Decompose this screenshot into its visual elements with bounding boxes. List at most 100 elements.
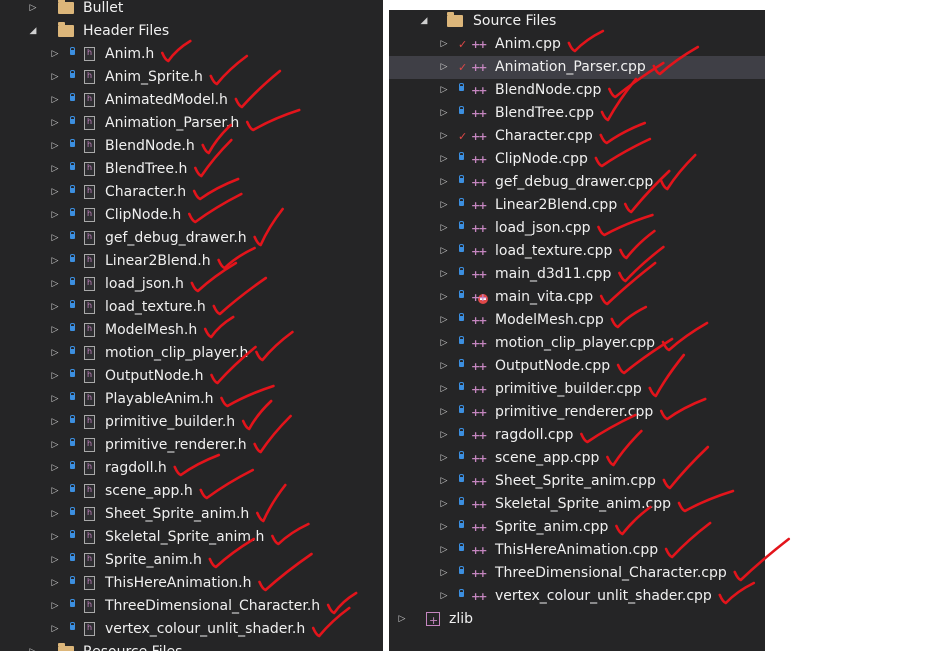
collapsed-arrow-icon[interactable]: ▷	[439, 102, 449, 125]
collapsed-arrow-icon[interactable]: ▷	[439, 56, 449, 79]
collapsed-arrow-icon[interactable]: ▷	[439, 171, 449, 194]
tree-folder-header-files[interactable]: ◢ Header Files	[0, 20, 383, 43]
collapsed-arrow-icon[interactable]: ▷	[50, 618, 60, 641]
tree-item-source-file[interactable]: ▷ ++ ThisHereAnimation.cpp	[389, 539, 765, 562]
collapsed-arrow-icon[interactable]: ▷	[439, 585, 449, 608]
tree-folder-resource-files[interactable]: ▷ Resource Files	[0, 641, 383, 651]
tree-item-header-file[interactable]: ▷ Character.h	[0, 181, 383, 204]
tree-item-header-file[interactable]: ▷ Linear2Blend.h	[0, 250, 383, 273]
tree-folder-bullet[interactable]: ▷ Bullet	[0, 0, 383, 20]
collapsed-arrow-icon[interactable]: ▷	[50, 112, 60, 135]
collapsed-arrow-icon[interactable]: ▷	[439, 217, 449, 240]
tree-item-source-file[interactable]: ▷ ++ Linear2Blend.cpp	[389, 194, 765, 217]
tree-item-header-file[interactable]: ▷ vertex_colour_unlit_shader.h	[0, 618, 383, 641]
collapsed-arrow-icon[interactable]: ▷	[439, 263, 449, 286]
collapsed-arrow-icon[interactable]: ▷	[439, 493, 449, 516]
collapsed-arrow-icon[interactable]: ▷	[50, 342, 60, 365]
tree-item-source-file[interactable]: ▷ ++ vertex_colour_unlit_shader.cpp	[389, 585, 765, 608]
collapsed-arrow-icon[interactable]: ▷	[50, 526, 60, 549]
collapsed-arrow-icon[interactable]: ▷	[50, 503, 60, 526]
tree-item-source-file[interactable]: ▷ ++ gef_debug_drawer.cpp	[389, 171, 765, 194]
collapsed-arrow-icon[interactable]: ▷	[50, 480, 60, 503]
collapsed-arrow-icon[interactable]: ▷	[50, 89, 60, 112]
collapsed-arrow-icon[interactable]: ▷	[50, 250, 60, 273]
collapsed-arrow-icon[interactable]: ▷	[50, 158, 60, 181]
collapsed-arrow-icon[interactable]: ▷	[439, 286, 449, 309]
tree-item-source-file[interactable]: ▷ ++ main_vita.cpp	[389, 286, 765, 309]
collapsed-arrow-icon[interactable]: ▷	[439, 447, 449, 470]
tree-item-header-file[interactable]: ▷ Anim_Sprite.h	[0, 66, 383, 89]
collapsed-arrow-icon[interactable]: ▷	[50, 43, 60, 66]
collapsed-arrow-icon[interactable]: ▷	[439, 148, 449, 171]
tree-item-header-file[interactable]: ▷ ragdoll.h	[0, 457, 383, 480]
tree-item-header-file[interactable]: ▷ scene_app.h	[0, 480, 383, 503]
collapsed-arrow-icon[interactable]: ▷	[50, 227, 60, 250]
tree-item-source-file[interactable]: ▷ ++ main_d3d11.cpp	[389, 263, 765, 286]
collapsed-arrow-icon[interactable]: ▷	[50, 319, 60, 342]
tree-item-header-file[interactable]: ▷ primitive_builder.h	[0, 411, 383, 434]
collapsed-arrow-icon[interactable]: ▷	[50, 204, 60, 227]
collapsed-arrow-icon[interactable]: ▷	[50, 296, 60, 319]
collapsed-arrow-icon[interactable]: ▷	[439, 378, 449, 401]
tree-item-source-file[interactable]: ▷ ++ Skeletal_Sprite_anim.cpp	[389, 493, 765, 516]
tree-item-source-file[interactable]: ▷ ++ load_json.cpp	[389, 217, 765, 240]
tree-item-source-file[interactable]: ▷ ++ scene_app.cpp	[389, 447, 765, 470]
tree-item-header-file[interactable]: ▷ Sprite_anim.h	[0, 549, 383, 572]
tree-item-header-file[interactable]: ▷ ClipNode.h	[0, 204, 383, 227]
collapsed-arrow-icon[interactable]: ▷	[439, 562, 449, 585]
tree-project-zlib[interactable]: ▷ zlib	[389, 608, 765, 632]
collapsed-arrow-icon[interactable]: ▷	[50, 411, 60, 434]
tree-item-header-file[interactable]: ▷ primitive_renderer.h	[0, 434, 383, 457]
collapsed-arrow-icon[interactable]: ▷	[50, 595, 60, 618]
tree-item-source-file[interactable]: ▷ ++ ThreeDimensional_Character.cpp	[389, 562, 765, 585]
collapsed-arrow-icon[interactable]: ▷	[439, 424, 449, 447]
collapsed-arrow-icon[interactable]: ▷	[50, 549, 60, 572]
collapsed-arrow-icon[interactable]: ▷	[50, 365, 60, 388]
collapsed-arrow-icon[interactable]: ▷	[439, 309, 449, 332]
tree-item-source-file[interactable]: ▷ ++ primitive_builder.cpp	[389, 378, 765, 401]
tree-item-source-file[interactable]: ▷ ++ ModelMesh.cpp	[389, 309, 765, 332]
tree-item-header-file[interactable]: ▷ gef_debug_drawer.h	[0, 227, 383, 250]
collapsed-arrow-icon[interactable]: ▷	[50, 181, 60, 204]
tree-item-header-file[interactable]: ▷ Animation_Parser.h	[0, 112, 383, 135]
tree-item-header-file[interactable]: ▷ ThisHereAnimation.h	[0, 572, 383, 595]
collapsed-arrow-icon[interactable]: ▷	[50, 388, 60, 411]
tree-item-header-file[interactable]: ▷ BlendTree.h	[0, 158, 383, 181]
collapsed-arrow-icon[interactable]: ▷	[50, 135, 60, 158]
tree-item-header-file[interactable]: ▷ ThreeDimensional_Character.h	[0, 595, 383, 618]
collapsed-arrow-icon[interactable]: ▷	[439, 332, 449, 355]
tree-item-header-file[interactable]: ▷ load_texture.h	[0, 296, 383, 319]
collapsed-arrow-icon[interactable]: ▷	[439, 355, 449, 378]
collapsed-arrow-icon[interactable]: ▷	[439, 240, 449, 263]
tree-item-source-file[interactable]: ▷ ✓ ++ Anim.cpp	[389, 33, 765, 56]
tree-item-header-file[interactable]: ▷ motion_clip_player.h	[0, 342, 383, 365]
expanded-arrow-icon[interactable]: ◢	[28, 20, 38, 43]
tree-item-source-file[interactable]: ▷ ✓ ++ Animation_Parser.cpp	[389, 56, 765, 79]
tree-item-source-file[interactable]: ▷ ++ BlendNode.cpp	[389, 79, 765, 102]
tree-item-source-file[interactable]: ▷ ++ ClipNode.cpp	[389, 148, 765, 171]
collapsed-arrow-icon[interactable]: ▷	[50, 434, 60, 457]
tree-item-source-file[interactable]: ▷ ++ OutputNode.cpp	[389, 355, 765, 378]
tree-item-source-file[interactable]: ▷ ++ motion_clip_player.cpp	[389, 332, 765, 355]
collapsed-arrow-icon[interactable]: ▷	[50, 273, 60, 296]
tree-item-header-file[interactable]: ▷ load_json.h	[0, 273, 383, 296]
tree-item-header-file[interactable]: ▷ Anim.h	[0, 43, 383, 66]
collapsed-arrow-icon[interactable]: ▷	[439, 539, 449, 562]
collapsed-arrow-icon[interactable]: ▷	[439, 33, 449, 56]
tree-item-header-file[interactable]: ▷ Sheet_Sprite_anim.h	[0, 503, 383, 526]
tree-item-header-file[interactable]: ▷ ModelMesh.h	[0, 319, 383, 342]
tree-item-source-file[interactable]: ▷ ++ Sheet_Sprite_anim.cpp	[389, 470, 765, 493]
collapsed-arrow-icon[interactable]: ▷	[50, 457, 60, 480]
tree-folder-source-files[interactable]: ◢ Source Files	[389, 10, 765, 33]
expanded-arrow-icon[interactable]: ◢	[419, 10, 429, 33]
collapsed-arrow-icon[interactable]: ▷	[439, 470, 449, 493]
collapsed-arrow-icon[interactable]: ▷	[397, 608, 407, 631]
tree-item-source-file[interactable]: ▷ ++ BlendTree.cpp	[389, 102, 765, 125]
tree-item-source-file[interactable]: ▷ ✓ ++ Character.cpp	[389, 125, 765, 148]
collapsed-arrow-icon[interactable]: ▷	[439, 79, 449, 102]
collapsed-arrow-icon[interactable]: ▷	[50, 66, 60, 89]
collapsed-arrow-icon[interactable]: ▷	[439, 125, 449, 148]
collapsed-arrow-icon[interactable]: ▷	[439, 194, 449, 217]
tree-item-source-file[interactable]: ▷ ++ load_texture.cpp	[389, 240, 765, 263]
tree-item-header-file[interactable]: ▷ PlayableAnim.h	[0, 388, 383, 411]
